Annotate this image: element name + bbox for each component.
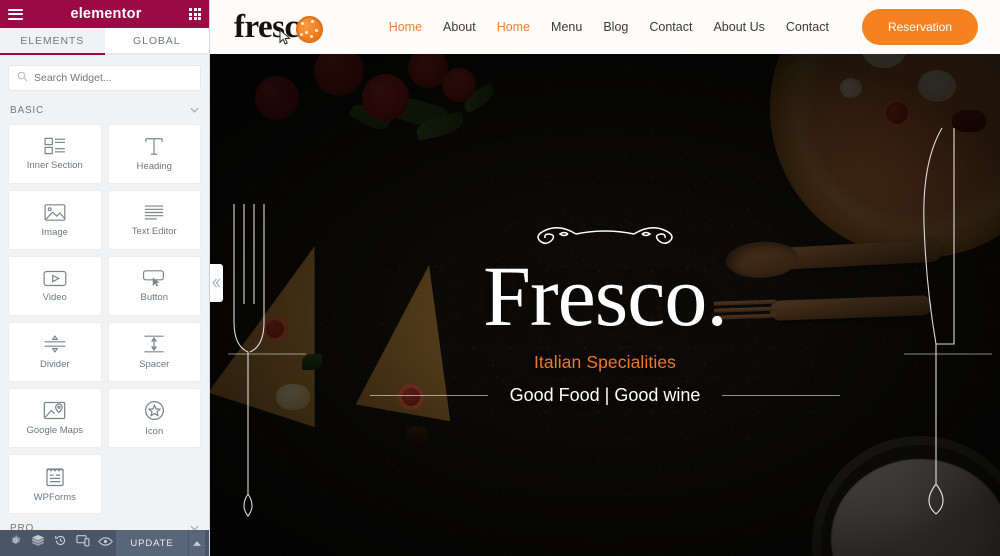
widget-grid: Inner Section Heading Image Text Editor …: [8, 124, 201, 514]
spacer-icon: [143, 334, 165, 354]
preview-button[interactable]: [94, 530, 116, 556]
widget-divider[interactable]: Divider: [8, 322, 102, 382]
widget-label: Divider: [39, 359, 70, 371]
divider-icon: [43, 334, 67, 354]
hero-tagline: Good Food | Good wine: [509, 385, 701, 406]
elementor-brand-title: elementor: [70, 6, 142, 22]
elementor-panel: elementor ELEMENTS GLOBAL BASIC: [0, 0, 210, 556]
panel-header: elementor: [0, 0, 209, 28]
image-icon: [44, 203, 66, 222]
google-maps-pin-icon: [43, 401, 66, 420]
site-header: fresc Home About Home Menu Blog Contact …: [210, 0, 1000, 54]
hero-content: Fresco. Italian Specialities Good Food |…: [210, 54, 1000, 556]
nav-item-home-1[interactable]: Home: [389, 20, 422, 34]
widget-video[interactable]: Video: [8, 256, 102, 316]
widget-text-editor[interactable]: Text Editor: [107, 190, 201, 250]
nav-item-menu[interactable]: Menu: [551, 20, 582, 34]
nav-item-contact-1[interactable]: Contact: [649, 20, 692, 34]
nav-item-about-us[interactable]: About Us: [713, 20, 764, 34]
reservation-button[interactable]: Reservation: [861, 9, 978, 45]
hero-tagline-row: Good Food | Good wine: [210, 385, 1000, 406]
widget-label: Button: [140, 292, 168, 304]
panel-tabs: ELEMENTS GLOBAL: [0, 28, 209, 55]
layers-icon: [31, 534, 45, 552]
button-cursor-icon: [142, 269, 166, 287]
widget-label: Spacer: [139, 359, 170, 371]
chevron-down-icon: [190, 106, 199, 115]
star-badge-icon: [144, 400, 165, 421]
elementor-editor: elementor ELEMENTS GLOBAL BASIC: [0, 0, 1000, 556]
widget-label: Text Editor: [131, 225, 177, 237]
tab-elements[interactable]: ELEMENTS: [0, 28, 105, 55]
gear-icon: [9, 534, 22, 552]
flourish-divider-icon: [516, 222, 694, 248]
hero-title: Fresco.: [483, 248, 728, 344]
section-header-pro[interactable]: PRO: [8, 514, 201, 530]
search-input[interactable]: [34, 72, 192, 84]
site-logo[interactable]: fresc: [234, 10, 323, 45]
panel-body: BASIC Inne: [0, 55, 209, 530]
widget-label: Icon: [145, 425, 164, 437]
widget-spacer[interactable]: Spacer: [107, 322, 201, 382]
hamburger-icon[interactable]: [8, 8, 23, 20]
hero-section: Fresco. Italian Specialities Good Food |…: [210, 54, 1000, 556]
settings-button[interactable]: [4, 530, 26, 556]
search-widget-box[interactable]: [8, 65, 201, 91]
eye-icon: [97, 534, 113, 552]
tab-global[interactable]: GLOBAL: [104, 28, 209, 55]
widget-label: Google Maps: [26, 424, 83, 436]
section-header-basic[interactable]: BASIC: [8, 99, 201, 124]
nav-item-about[interactable]: About: [443, 20, 476, 34]
widget-google-maps[interactable]: Google Maps: [8, 388, 102, 448]
panel-collapse-handle[interactable]: [210, 264, 223, 302]
mouse-cursor-icon: [279, 28, 291, 45]
widget-inner-section[interactable]: Inner Section: [8, 124, 102, 184]
widget-heading[interactable]: Heading: [107, 124, 201, 184]
nav-item-contact-2[interactable]: Contact: [786, 20, 829, 34]
caret-up-icon[interactable]: [187, 530, 205, 556]
video-play-icon: [43, 270, 67, 287]
text-editor-icon: [143, 204, 165, 221]
widget-label: WPForms: [33, 491, 76, 503]
widget-label: Image: [41, 226, 68, 238]
responsive-device-icon: [76, 534, 90, 552]
site-nav: Home About Home Menu Blog Contact About …: [389, 9, 978, 45]
search-icon: [17, 69, 28, 87]
navigator-button[interactable]: [26, 530, 48, 556]
grid-apps-icon[interactable]: [189, 8, 201, 20]
widget-button[interactable]: Button: [107, 256, 201, 316]
widget-image[interactable]: Image: [8, 190, 102, 250]
site-preview: fresc Home About Home Menu Blog Contact …: [210, 0, 1000, 556]
history-clock-icon: [54, 534, 67, 552]
pizza-slice-icon: [295, 15, 323, 43]
tagline-rule-left: [369, 395, 488, 397]
section-label-pro: PRO: [10, 523, 35, 530]
hero-subtitle: Italian Specialities: [533, 352, 677, 373]
tagline-rule-right: [722, 395, 841, 397]
update-button[interactable]: UPDATE: [116, 530, 188, 556]
widget-wpforms[interactable]: WPForms: [8, 454, 102, 514]
history-button[interactable]: [49, 530, 71, 556]
widget-label: Heading: [136, 161, 172, 173]
widget-label: Inner Section: [26, 160, 83, 172]
nav-item-blog[interactable]: Blog: [603, 20, 628, 34]
wpforms-clipboard-icon: [45, 466, 65, 487]
panel-footer-toolbar: UPDATE: [0, 530, 209, 556]
widget-label: Video: [42, 291, 67, 303]
nav-item-home-2[interactable]: Home: [497, 20, 530, 34]
widget-icon[interactable]: Icon: [107, 388, 201, 448]
heading-t-icon: [144, 136, 164, 156]
inner-section-icon: [44, 137, 66, 155]
section-label-basic: BASIC: [10, 105, 45, 116]
responsive-mode-button[interactable]: [71, 530, 93, 556]
